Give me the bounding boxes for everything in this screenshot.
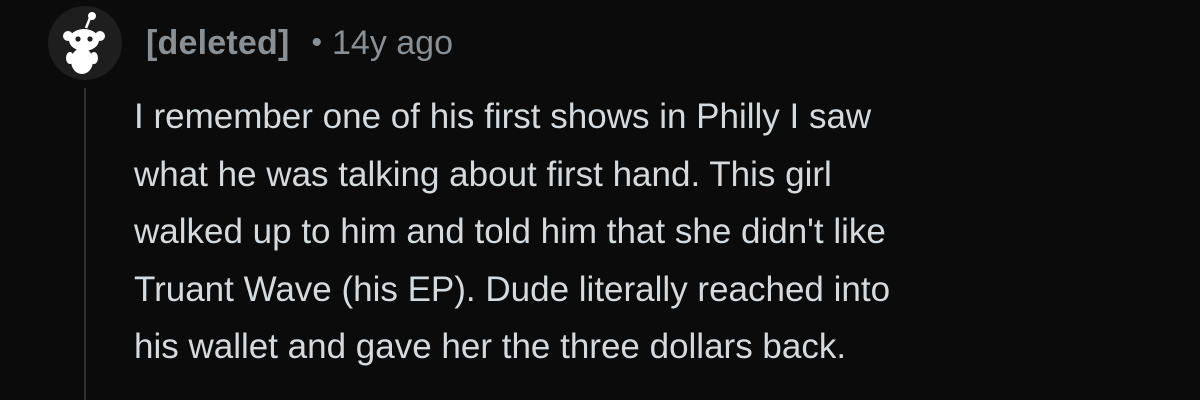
snoo-avatar-icon xyxy=(63,12,105,74)
comment-age: 14y ago xyxy=(332,23,453,62)
comment-meta: [deleted] • 14y ago xyxy=(146,20,453,66)
author-name[interactable]: [deleted] xyxy=(146,24,289,63)
comment: [deleted] • 14y ago I remember one of hi… xyxy=(0,0,1200,400)
comment-body: I remember one of his first shows in Phi… xyxy=(134,97,891,366)
meta-separator: • xyxy=(311,26,322,59)
avatar[interactable] xyxy=(48,6,122,80)
thread-line[interactable] xyxy=(84,88,86,400)
